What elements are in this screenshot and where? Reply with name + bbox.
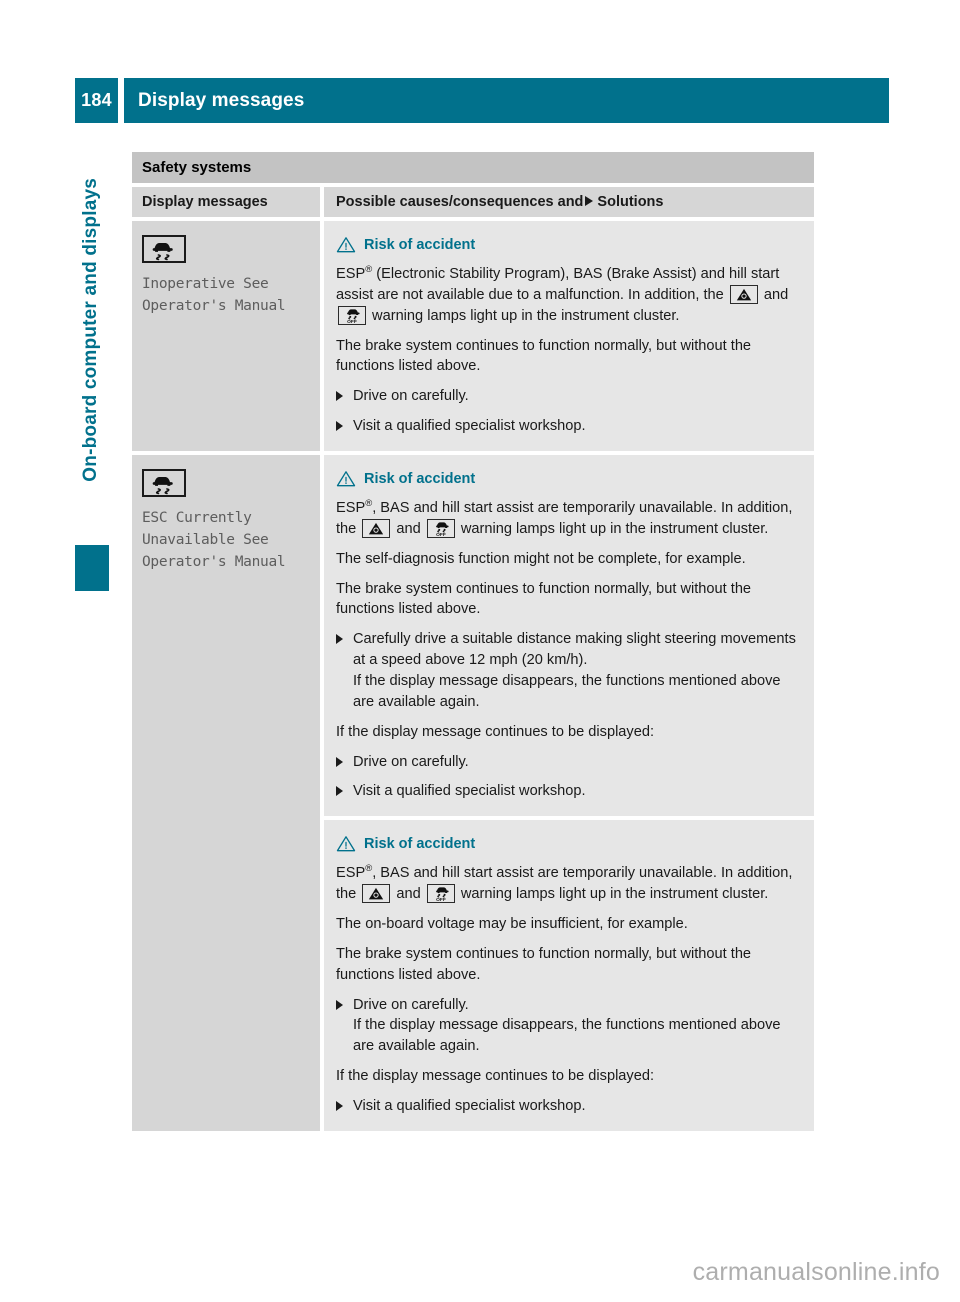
- step-arrow-icon: [336, 786, 343, 797]
- step-arrow-icon: [336, 1101, 343, 1112]
- watermark: carmanualsonline.info: [692, 1258, 940, 1286]
- warning-heading-label: Risk of accident: [364, 236, 476, 253]
- svg-text:OFF: OFF: [436, 897, 446, 902]
- svg-text:OFF: OFF: [436, 532, 446, 537]
- body-text: The on-board voltage may be insufficient…: [336, 916, 688, 933]
- esp-warning-triangle-lamp-icon: [362, 884, 391, 904]
- step-line: If the display message disappears, the f…: [353, 673, 781, 710]
- body-paragraph: ESP® (Electronic Stability Program), BAS…: [336, 264, 800, 327]
- body-text: ESP: [336, 500, 366, 517]
- column-header-causes-solutions: Possible causes/consequences and Solution…: [324, 187, 814, 217]
- page-header: 184 Display messages: [75, 78, 889, 123]
- step-line: Visit a qualified specialist workshop.: [353, 1098, 586, 1115]
- body-paragraph: ESP®, BAS and hill start assist are temp…: [336, 863, 800, 905]
- step-arrow-icon: [336, 421, 343, 432]
- header-title-bar: Display messages: [124, 78, 889, 123]
- solution-step: Drive on carefully.: [336, 386, 800, 407]
- chapter-side-tab: On-board computer and displays: [80, 178, 120, 578]
- esp-skidding-car-icon: [142, 469, 186, 498]
- display-message-text: ESC Currently Unavailable See Operator's…: [142, 510, 286, 571]
- body-text: warning lamps light up in the instrument…: [456, 520, 769, 537]
- warning-heading: Risk of accident: [336, 470, 800, 487]
- page-title: Display messages: [138, 89, 305, 111]
- body-text: and: [759, 286, 789, 303]
- body-paragraph: The brake system continues to function n…: [336, 944, 800, 986]
- esp-skidding-car-icon: [142, 235, 186, 263]
- chapter-tab-marker: [75, 545, 109, 591]
- body-paragraph: The brake system continues to function n…: [336, 336, 800, 378]
- body-text: The brake system continues to function n…: [336, 337, 752, 375]
- warning-heading-label: Risk of accident: [364, 470, 476, 487]
- solution-step: Visit a qualified specialist workshop.: [336, 416, 800, 437]
- esp-off-lamp-icon: OFF: [338, 305, 366, 325]
- chapter-side-tab-label: On-board computer and displays: [80, 178, 101, 482]
- body-text: ESP: [336, 865, 366, 882]
- causes-solutions-cell: Risk of accident ESP® (Electronic Stabili…: [324, 221, 814, 452]
- solution-step: Carefully drive a suitable distance maki…: [336, 629, 800, 712]
- page-number: 184: [75, 78, 118, 123]
- warning-heading-label: Risk of accident: [364, 835, 476, 852]
- step-line: Visit a qualified specialist workshop.: [353, 418, 586, 435]
- body-text: warning lamps light up in the instrument…: [456, 886, 769, 903]
- body-text: ESP: [336, 266, 366, 282]
- display-message-cell: Inoperative See Operator's Manual: [132, 221, 320, 452]
- body-text: The self-diagnosis function might not be…: [336, 550, 746, 567]
- step-arrow-icon: [336, 634, 343, 645]
- step-arrow-icon: [336, 756, 343, 767]
- step-line: Drive on carefully.: [353, 996, 469, 1013]
- body-paragraph: The on-board voltage may be insufficient…: [336, 914, 800, 935]
- column-header-solutions-text: Solutions: [597, 194, 664, 210]
- body-paragraph: The brake system continues to function n…: [336, 579, 800, 621]
- solution-steps-list: Drive on carefully. If the display messag…: [336, 995, 800, 1058]
- table-header-row: Display messages Possible causes/consequ…: [132, 187, 814, 217]
- body-text: warning lamps light up in the instrument…: [368, 307, 680, 324]
- display-message-content: ESC Currently Unavailable See Operator's…: [132, 455, 320, 587]
- step-line: Visit a qualified specialist workshop.: [353, 783, 586, 800]
- display-message-content: Inoperative See Operator's Manual: [132, 221, 320, 331]
- solution-steps-list: Carefully drive a suitable distance maki…: [336, 629, 800, 712]
- esp-warning-triangle-lamp-icon: [362, 518, 391, 538]
- step-line: If the display message disappears, the f…: [353, 1017, 781, 1055]
- cause-solution-block: Risk of accident ESP®, BAS and hill start…: [324, 455, 814, 816]
- solution-steps-list: Drive on carefully. Visit a qualified spe…: [336, 386, 800, 437]
- solution-step: Drive on carefully. If the display messag…: [336, 995, 800, 1058]
- esp-off-lamp-icon: OFF: [426, 884, 455, 904]
- body-text: (Electronic Stability Program), BAS (Bra…: [336, 266, 780, 303]
- body-text: and: [392, 886, 425, 903]
- step-arrow-icon: [336, 391, 343, 402]
- solution-steps-list: Drive on carefully. Visit a qualified spe…: [336, 752, 800, 803]
- causes-solutions-cell: Risk of accident ESP®, BAS and hill start…: [324, 455, 814, 1131]
- solution-step: Visit a qualified specialist workshop.: [336, 1096, 800, 1117]
- body-paragraph: If the display message continues to be d…: [336, 1068, 655, 1085]
- table-row: Inoperative See Operator's Manual Risk of…: [132, 221, 814, 452]
- solution-steps-list: Visit a qualified specialist workshop.: [336, 1096, 800, 1117]
- warning-heading: Risk of accident: [336, 236, 800, 253]
- cause-solution-block: Risk of accident ESP® (Electronic Stabili…: [324, 221, 814, 451]
- table-row: ESC Currently Unavailable See Operator's…: [132, 455, 814, 1131]
- esp-off-lamp-icon: OFF: [426, 518, 455, 538]
- step-line: Drive on carefully.: [353, 753, 469, 770]
- body-paragraph: The self-diagnosis function might not be…: [336, 549, 800, 570]
- solution-step: Drive on carefully.: [336, 752, 800, 773]
- section-title: Safety systems: [132, 152, 814, 183]
- esp-warning-triangle-lamp-icon: [729, 284, 758, 304]
- svg-text:OFF: OFF: [347, 319, 357, 324]
- column-header-display-messages: Display messages: [132, 187, 320, 217]
- body-text: The brake system continues to function n…: [336, 580, 752, 618]
- warning-heading: Risk of accident: [336, 835, 800, 852]
- body-paragraph: ESP®, BAS and hill start assist are temp…: [336, 498, 800, 540]
- body-paragraph: If the display message continues to be d…: [336, 723, 655, 740]
- safety-systems-table: Safety systems Display messages Possible…: [132, 152, 814, 1131]
- body-text: and: [392, 520, 425, 537]
- step-arrow-icon: [336, 999, 343, 1010]
- column-header-causes-text: Possible causes/consequences and: [336, 194, 584, 210]
- display-message-text: Inoperative See Operator's Manual: [142, 276, 286, 315]
- cause-solution-block: Risk of accident ESP®, BAS and hill start…: [324, 820, 814, 1131]
- body-text: The brake system continues to function n…: [336, 945, 752, 983]
- step-line: Drive on carefully.: [353, 388, 469, 405]
- step-line: Carefully drive a suitable distance maki…: [353, 631, 796, 669]
- display-message-cell: ESC Currently Unavailable See Operator's…: [132, 455, 320, 1131]
- solution-step: Visit a qualified specialist workshop.: [336, 781, 800, 802]
- solutions-arrow-icon: [585, 196, 594, 206]
